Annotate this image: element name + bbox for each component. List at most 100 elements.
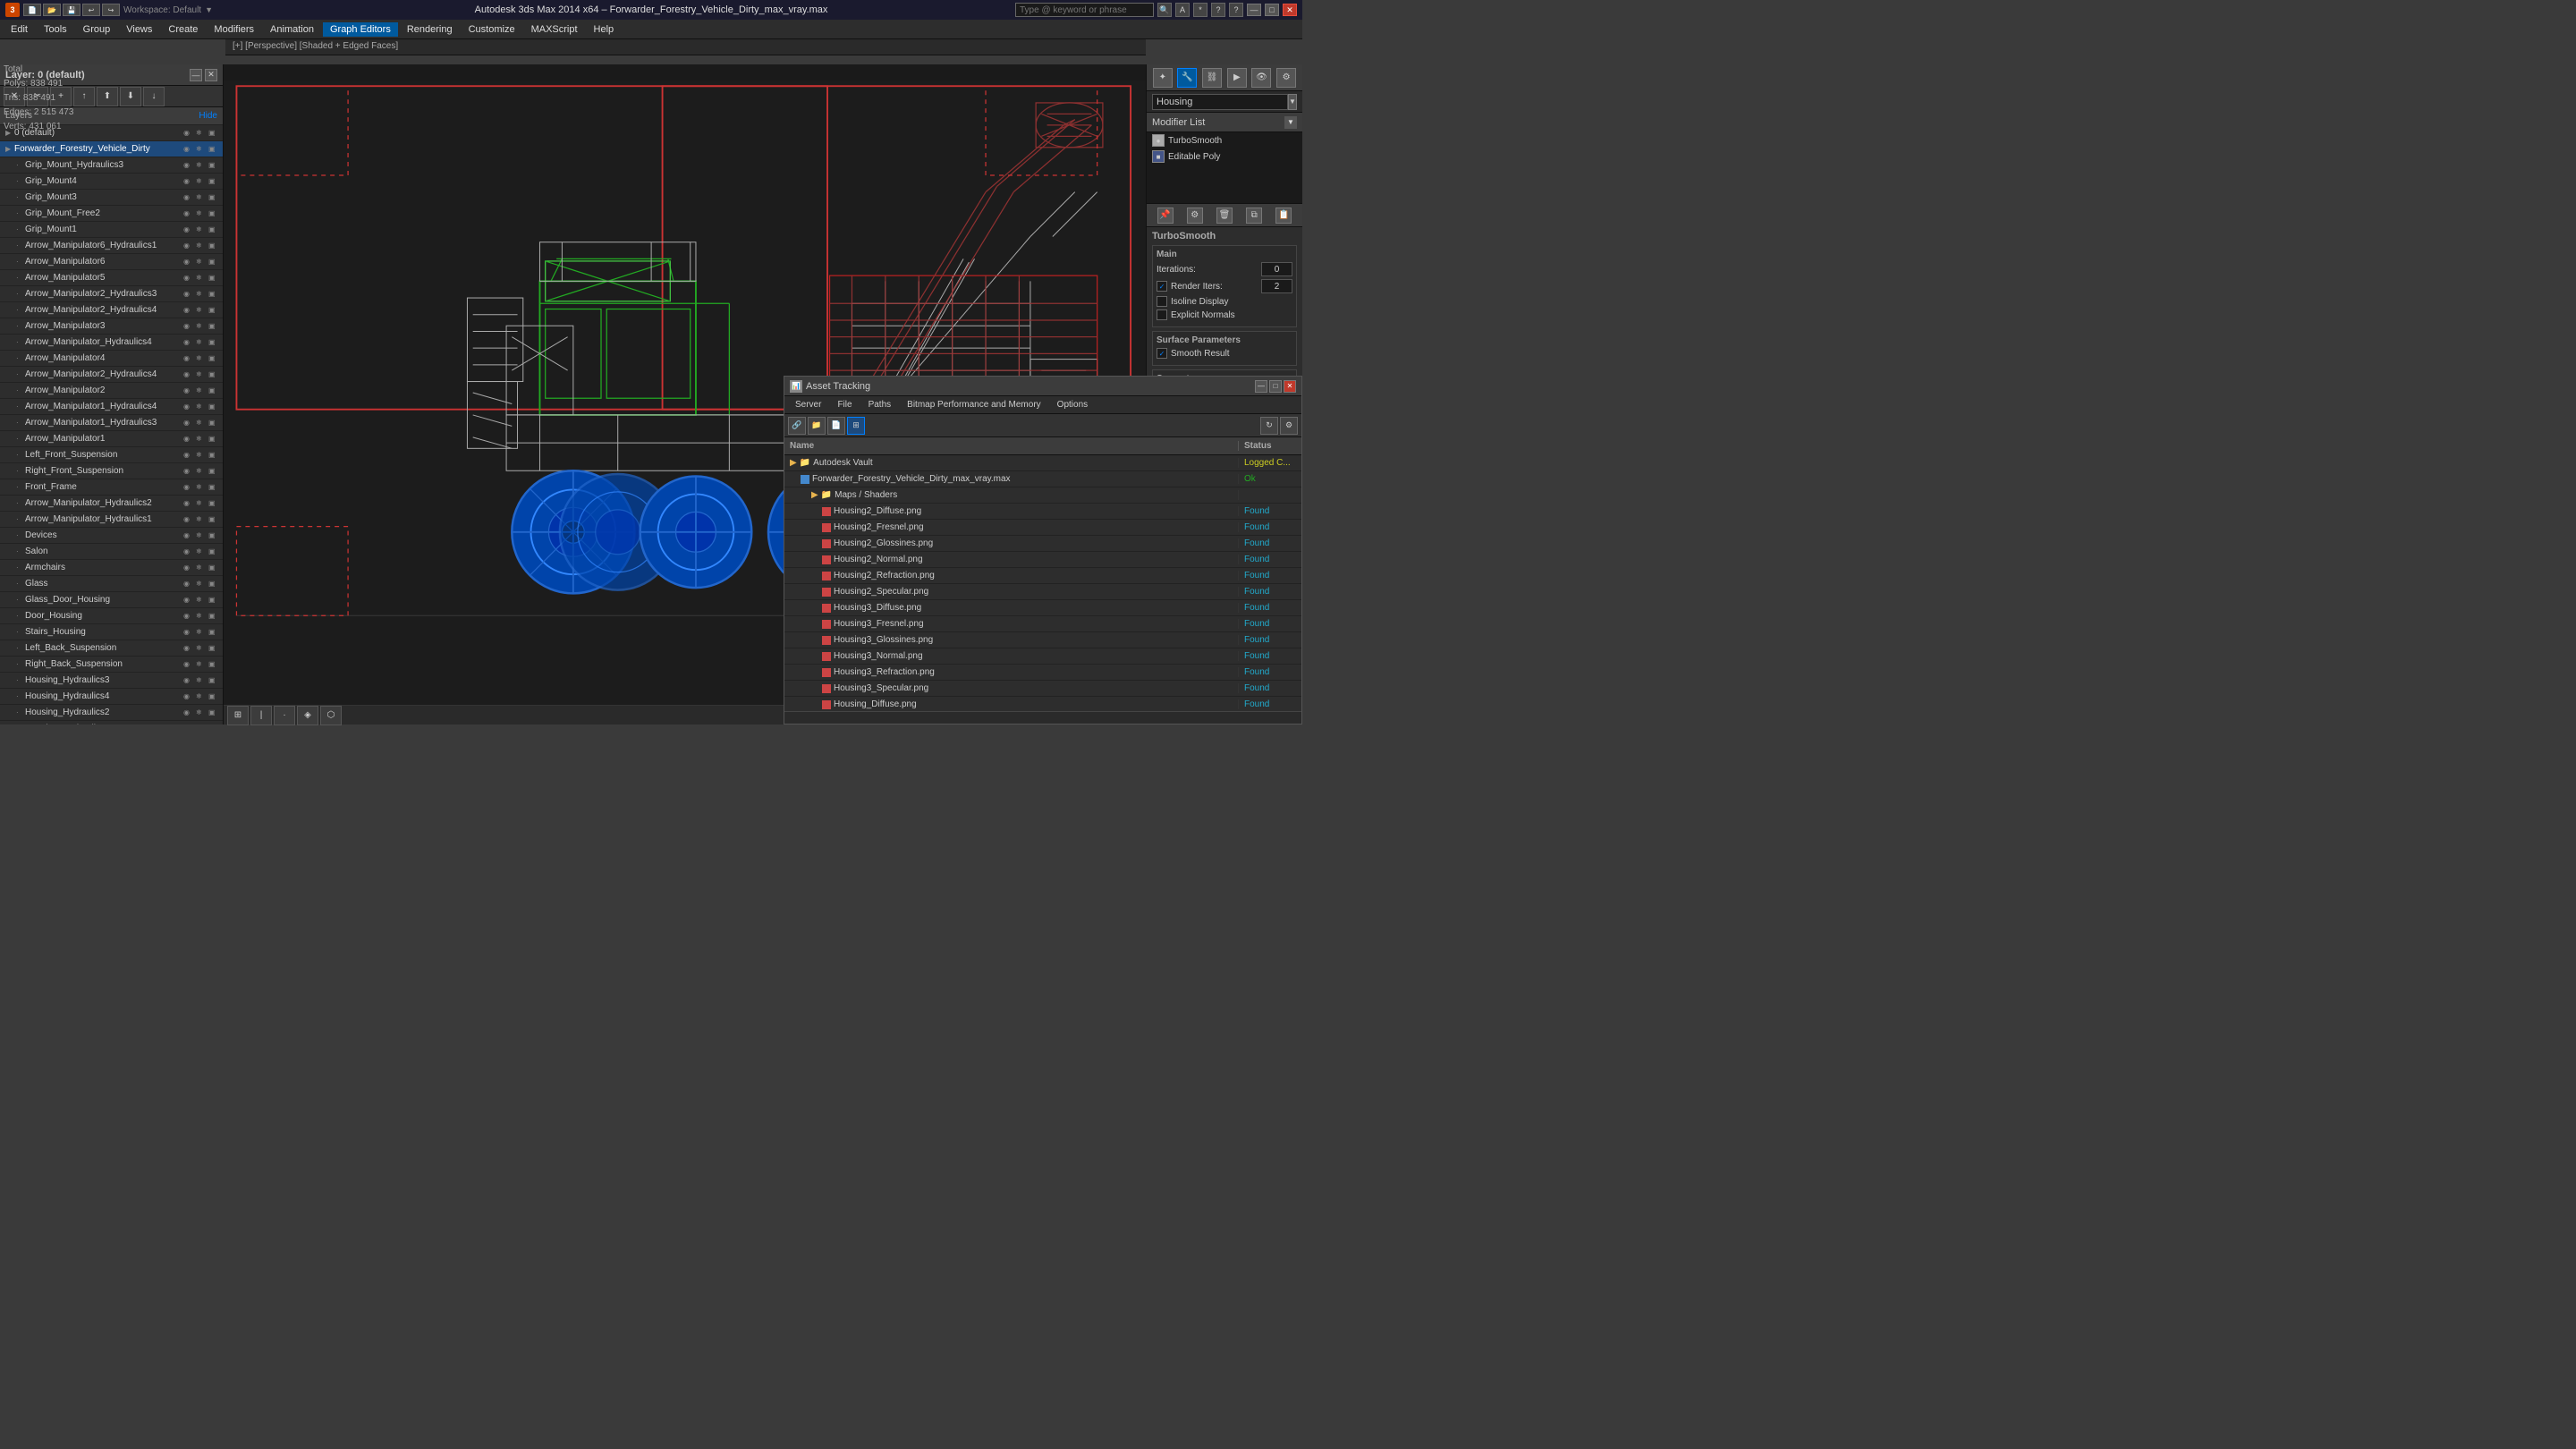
layer-render[interactable]: ▣ <box>208 467 219 475</box>
layer-freeze[interactable]: ❄ <box>196 370 207 378</box>
layer-item-2[interactable]: ·Grip_Mount_Hydraulics3 ◉ ❄ ▣ <box>0 157 223 174</box>
layer-freeze[interactable]: ❄ <box>196 483 207 491</box>
asset-panel-min[interactable]: — <box>1255 380 1267 393</box>
asset-tool-2[interactable]: 📁 <box>808 417 826 435</box>
layer-vis[interactable]: ◉ <box>183 483 194 491</box>
layer-render[interactable]: ▣ <box>208 370 219 378</box>
layer-panel-close[interactable]: ✕ <box>205 69 217 81</box>
layer-vis[interactable]: ◉ <box>183 580 194 588</box>
layer-freeze[interactable]: ❄ <box>196 306 207 314</box>
asset-col-name[interactable]: Name <box>784 441 1239 451</box>
asset-row-6[interactable]: Housing2_Normal.png Found <box>784 552 1301 568</box>
layer-freeze[interactable]: ❄ <box>196 242 207 250</box>
layer-render[interactable]: ▣ <box>208 660 219 668</box>
layer-vis[interactable]: ◉ <box>183 644 194 652</box>
layer-freeze[interactable]: ❄ <box>196 515 207 523</box>
asset-row-2[interactable]: ▶📁 Maps / Shaders <box>784 487 1301 504</box>
layer-item-28[interactable]: ·Glass ◉ ❄ ▣ <box>0 576 223 592</box>
layer-freeze[interactable]: ❄ <box>196 692 207 700</box>
layer-item-13[interactable]: ·Arrow_Manipulator_Hydraulics4 ◉ ❄ ▣ <box>0 335 223 351</box>
layer-vis[interactable]: ◉ <box>183 290 194 298</box>
layer-item-6[interactable]: ·Grip_Mount1 ◉ ❄ ▣ <box>0 222 223 238</box>
layer-item-18[interactable]: ·Arrow_Manipulator1_Hydraulics3 ◉ ❄ ▣ <box>0 415 223 431</box>
menu-edit[interactable]: Edit <box>4 22 35 37</box>
layer-freeze[interactable]: ❄ <box>196 676 207 684</box>
asset-col-status[interactable]: Status <box>1239 441 1301 451</box>
render-iters-input[interactable] <box>1261 279 1292 293</box>
vp-tool-5[interactable]: ⬡ <box>320 706 342 725</box>
asset-row-11[interactable]: Housing3_Glossines.png Found <box>784 632 1301 648</box>
layer-vis[interactable]: ◉ <box>183 564 194 572</box>
iterations-input[interactable] <box>1261 262 1292 276</box>
render-iters-checkbox[interactable] <box>1157 281 1167 292</box>
layer-item-29[interactable]: ·Glass_Door_Housing ◉ ❄ ▣ <box>0 592 223 608</box>
rp-hierarchy-btn[interactable]: ⛓ <box>1202 68 1222 88</box>
layer-freeze[interactable]: ❄ <box>196 467 207 475</box>
layer-render[interactable]: ▣ <box>208 692 219 700</box>
menu-help[interactable]: Help <box>587 22 622 37</box>
layer-item-25[interactable]: ·Devices ◉ ❄ ▣ <box>0 528 223 544</box>
layer-vis[interactable]: ◉ <box>183 258 194 266</box>
layer-vis[interactable]: ◉ <box>183 628 194 636</box>
asset-tool-3[interactable]: 📄 <box>827 417 845 435</box>
layer-freeze[interactable]: ❄ <box>196 628 207 636</box>
layer-vis[interactable]: ◉ <box>183 193 194 201</box>
asset-menu-bitmap[interactable]: Bitmap Performance and Memory <box>900 398 1048 411</box>
vp-tool-1[interactable]: ⊞ <box>227 706 249 725</box>
menu-views[interactable]: Views <box>119 22 159 37</box>
layer-render[interactable]: ▣ <box>208 596 219 604</box>
layer-vis[interactable]: ◉ <box>183 676 194 684</box>
layer-vis[interactable]: ◉ <box>183 145 194 153</box>
mod-paste-btn[interactable]: 📋 <box>1275 208 1292 224</box>
layer-item-24[interactable]: ·Arrow_Manipulator_Hydraulics1 ◉ ❄ ▣ <box>0 512 223 528</box>
asset-tool-grid[interactable]: ⊞ <box>847 417 865 435</box>
minimize-btn[interactable]: — <box>1247 4 1261 16</box>
layer-render[interactable]: ▣ <box>208 145 219 153</box>
vp-tool-2[interactable]: | <box>250 706 272 725</box>
layer-vis[interactable]: ◉ <box>183 419 194 427</box>
layer-freeze[interactable]: ❄ <box>196 435 207 443</box>
layer-freeze[interactable]: ❄ <box>196 612 207 620</box>
layer-freeze[interactable]: ❄ <box>196 161 207 169</box>
layer-item-10[interactable]: ·Arrow_Manipulator2_Hydraulics3 ◉ ❄ ▣ <box>0 286 223 302</box>
layer-freeze[interactable]: ❄ <box>196 564 207 572</box>
layer-render[interactable]: ▣ <box>208 322 219 330</box>
layer-item-34[interactable]: ·Housing_Hydraulics3 ◉ ❄ ▣ <box>0 673 223 689</box>
layer-item-23[interactable]: ·Arrow_Manipulator_Hydraulics2 ◉ ❄ ▣ <box>0 496 223 512</box>
search-opt3[interactable]: ? <box>1211 3 1225 17</box>
asset-tool-1[interactable]: 🔗 <box>788 417 806 435</box>
layer-item-33[interactable]: ·Right_Back_Suspension ◉ ❄ ▣ <box>0 657 223 673</box>
layer-vis[interactable]: ◉ <box>183 306 194 314</box>
layer-tool-6[interactable]: ↓ <box>143 87 165 106</box>
layer-vis[interactable]: ◉ <box>183 322 194 330</box>
layer-item-35[interactable]: ·Housing_Hydraulics4 ◉ ❄ ▣ <box>0 689 223 705</box>
layer-vis[interactable]: ◉ <box>183 177 194 185</box>
layer-freeze[interactable]: ❄ <box>196 402 207 411</box>
layer-item-5[interactable]: ·Grip_Mount_Free2 ◉ ❄ ▣ <box>0 206 223 222</box>
layer-list[interactable]: ▶0 (default) ◉ ❄ ▣ ▶Forwarder_Forestry_V… <box>0 125 223 724</box>
layer-vis[interactable]: ◉ <box>183 386 194 394</box>
layer-vis[interactable]: ◉ <box>183 692 194 700</box>
layer-item-3[interactable]: ·Grip_Mount4 ◉ ❄ ▣ <box>0 174 223 190</box>
layer-render[interactable]: ▣ <box>208 644 219 652</box>
layer-item-8[interactable]: ·Arrow_Manipulator6 ◉ ❄ ▣ <box>0 254 223 270</box>
asset-row-0[interactable]: ▶📁 Autodesk Vault Logged C... <box>784 455 1301 471</box>
layer-render[interactable]: ▣ <box>208 274 219 282</box>
layer-render[interactable]: ▣ <box>208 451 219 459</box>
layer-render[interactable]: ▣ <box>208 580 219 588</box>
layer-render[interactable]: ▣ <box>208 306 219 314</box>
layer-freeze[interactable]: ❄ <box>196 322 207 330</box>
modifier-list-dropdown[interactable]: ▼ <box>1284 116 1297 129</box>
undo-btn[interactable]: ↩ <box>82 4 100 16</box>
layer-render[interactable]: ▣ <box>208 129 219 137</box>
layer-vis[interactable]: ◉ <box>183 225 194 233</box>
layer-vis[interactable]: ◉ <box>183 531 194 539</box>
layer-render[interactable]: ▣ <box>208 515 219 523</box>
asset-panel-max[interactable]: □ <box>1269 380 1282 393</box>
layer-render[interactable]: ▣ <box>208 386 219 394</box>
vp-tool-4[interactable]: ◈ <box>297 706 318 725</box>
close-btn[interactable]: ✕ <box>1283 4 1297 16</box>
layer-render[interactable]: ▣ <box>208 338 219 346</box>
layer-vis[interactable]: ◉ <box>183 274 194 282</box>
layer-item-36[interactable]: ·Housing_Hydraulics2 ◉ ❄ ▣ <box>0 705 223 721</box>
